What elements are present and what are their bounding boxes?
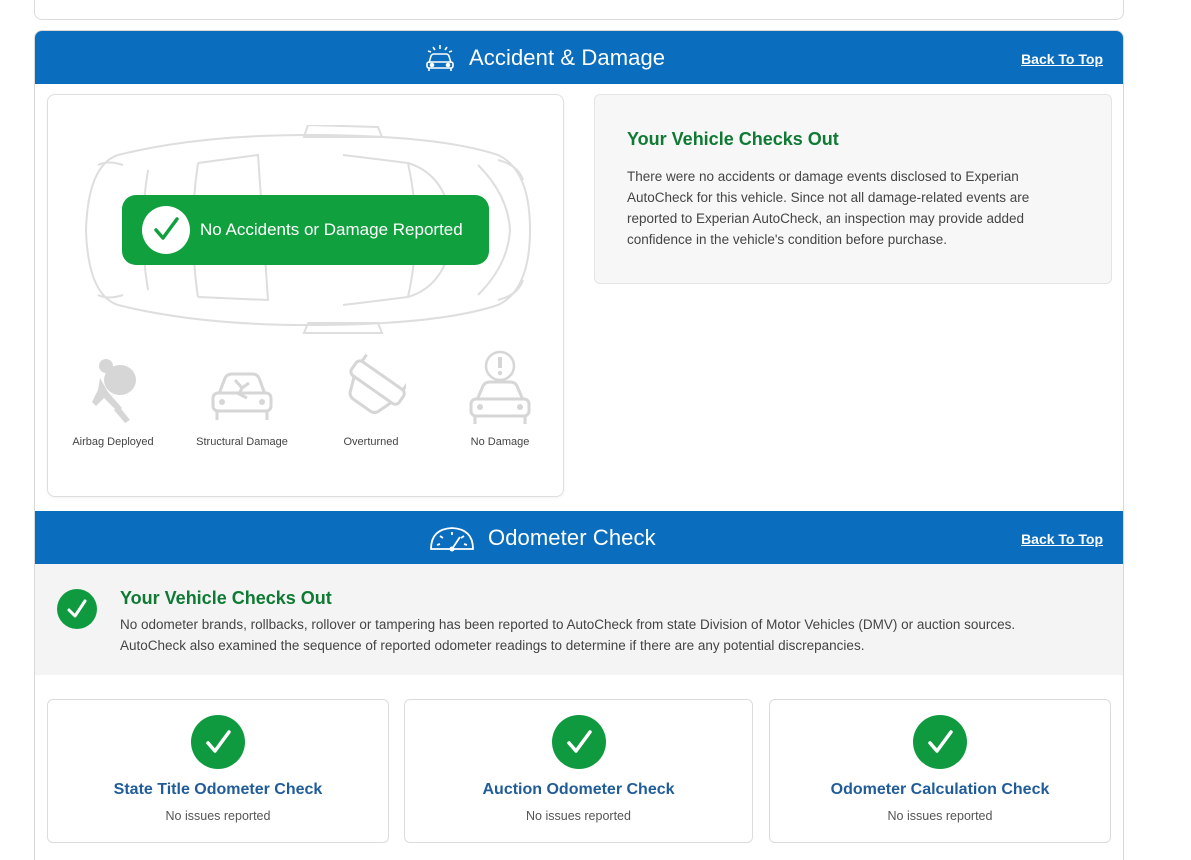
damage-category-label: No Damage xyxy=(470,436,530,448)
check-card-status: No issues reported xyxy=(887,809,993,823)
accident-info-heading: Your Vehicle Checks Out xyxy=(627,129,839,149)
structural-damage-icon xyxy=(211,372,273,420)
accident-info-text: There were no accidents or damage events… xyxy=(627,169,1030,247)
car-damage-icon xyxy=(426,44,454,71)
odometer-back-to-top-link[interactable]: Back To Top xyxy=(1021,531,1103,547)
check-card-title: Odometer Calculation Check xyxy=(830,781,1050,798)
damage-category-label: Structural Damage xyxy=(196,436,288,448)
odometer-summary-text: No odometer brands, rollbacks, rollover … xyxy=(120,617,1016,653)
previous-section-card xyxy=(34,0,1124,20)
accident-info-box: Your Vehicle Checks Out There were no ac… xyxy=(594,94,1112,284)
odometer-calculation-check-card: Odometer Calculation Check No issues rep… xyxy=(769,699,1111,843)
purple-arrow-icon xyxy=(63,0,153,5)
check-icon xyxy=(142,206,190,254)
accident-damage-header: Accident & Damage Back To Top xyxy=(35,31,1123,84)
odometer-check-header: Odometer Check Back To Top xyxy=(35,511,1123,564)
odometer-section-title: Odometer Check xyxy=(488,524,656,550)
no-accidents-badge-text: No Accidents or Damage Reported xyxy=(200,220,463,239)
damage-category-list: Airbag Deployed Structural Damage Overtu… xyxy=(48,350,563,470)
check-icon xyxy=(57,589,97,629)
no-accidents-badge: No Accidents or Damage Reported xyxy=(122,195,489,265)
accident-summary-card: No Accidents or Damage Reported Airbag D… xyxy=(47,94,564,497)
check-card-title: Auction Odometer Check xyxy=(482,781,675,798)
no-damage-icon xyxy=(469,350,531,424)
odometer-summary-heading: Your Vehicle Checks Out xyxy=(120,588,332,608)
damage-category-label: Overturned xyxy=(343,436,399,448)
damage-category-none: No Damage xyxy=(435,350,565,448)
odometer-icon xyxy=(430,526,474,551)
auction-odometer-check-card: Auction Odometer Check No issues reporte… xyxy=(404,699,753,843)
check-card-status: No issues reported xyxy=(165,809,271,823)
check-icon xyxy=(191,715,245,769)
check-icon xyxy=(913,715,967,769)
report-container: Accident & Damage Back To Top No Acciden… xyxy=(34,30,1124,860)
check-card-status: No issues reported xyxy=(526,809,631,823)
damage-category-overturned: Overturned xyxy=(306,350,436,448)
damage-category-structural: Structural Damage xyxy=(177,350,307,448)
damage-category-airbag: Airbag Deployed xyxy=(48,350,178,448)
accident-back-to-top-link[interactable]: Back To Top xyxy=(1021,51,1103,67)
odometer-summary-panel: Your Vehicle Checks Out No odometer bran… xyxy=(35,564,1123,675)
state-title-odometer-check-card: State Title Odometer Check No issues rep… xyxy=(47,699,389,843)
damage-category-label: Airbag Deployed xyxy=(72,436,154,448)
overturned-icon xyxy=(348,353,406,414)
airbag-icon xyxy=(92,359,136,423)
check-card-title: State Title Odometer Check xyxy=(113,781,323,798)
accident-section-title: Accident & Damage xyxy=(469,44,666,70)
check-icon xyxy=(551,715,606,769)
